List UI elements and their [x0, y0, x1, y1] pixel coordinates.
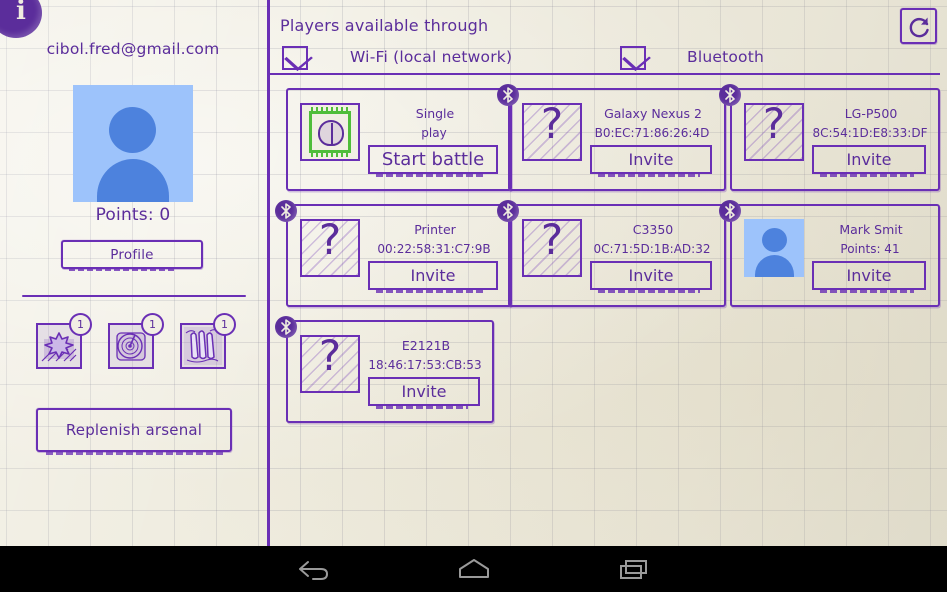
card-title: E2121B: [366, 338, 486, 353]
card-subtitle: B0:EC:71:86:26:4D: [584, 126, 720, 140]
nav-home-button[interactable]: [414, 546, 534, 592]
refresh-button[interactable]: [900, 8, 937, 44]
card-thumbnail: [300, 103, 360, 161]
arsenal-badge-radar: 1: [141, 313, 164, 336]
arsenal-badge-missiles: 1: [213, 313, 236, 336]
page-title: Players available through: [280, 16, 488, 35]
back-icon: [295, 556, 335, 582]
info-icon-glyph: i: [16, 0, 26, 26]
card-subtitle: play: [362, 126, 506, 140]
player-card-e2121b[interactable]: ? E2121B 18:46:17:53:CB:53 Invite: [286, 320, 494, 423]
card-subtitle: 18:46:17:53:CB:53: [362, 358, 488, 372]
invite-button[interactable]: Invite: [590, 261, 712, 290]
question-mark-icon: ?: [522, 219, 582, 277]
invite-button[interactable]: Invite: [368, 377, 480, 406]
bluetooth-label[interactable]: Bluetooth: [687, 48, 764, 66]
start-battle-button[interactable]: Start battle: [368, 145, 498, 174]
card-thumbnail: ?: [522, 103, 582, 161]
invite-button[interactable]: Invite: [368, 261, 498, 290]
card-thumbnail: ?: [300, 335, 360, 393]
player-card-printer[interactable]: ? Printer 00:22:58:31:C7:9B Invite: [286, 204, 512, 307]
bluetooth-badge: [275, 200, 297, 222]
card-subtitle: Points: 41: [806, 242, 934, 256]
avatar-head: [762, 228, 787, 252]
bluetooth-icon: [280, 203, 292, 219]
card-subtitle: 0C:71:5D:1B:AD:32: [584, 242, 720, 256]
nav-recents-button[interactable]: [575, 546, 695, 592]
arsenal-badge-mine: 1: [69, 313, 92, 336]
person-avatar: [744, 219, 804, 277]
bluetooth-badge: [719, 84, 741, 106]
panel-divider-vertical: [267, 0, 270, 546]
player-card-lg-p500[interactable]: ? LG-P500 8C:54:1D:E8:33:DF Invite: [730, 88, 940, 191]
card-subtitle: 00:22:58:31:C7:9B: [362, 242, 506, 256]
card-title: Single: [366, 106, 504, 121]
header-divider: [270, 73, 940, 75]
wifi-checkbox[interactable]: [282, 46, 308, 70]
question-mark-icon: ?: [300, 219, 360, 277]
player-card-c3350[interactable]: ? C3350 0C:71:5D:1B:AD:32 Invite: [508, 204, 726, 307]
card-title: Galaxy Nexus 2: [588, 106, 718, 121]
home-icon: [455, 556, 493, 582]
replenish-arsenal-button[interactable]: Replenish arsenal: [36, 408, 232, 452]
bluetooth-icon: [502, 203, 514, 219]
recents-icon: [616, 556, 654, 582]
question-mark-icon: ?: [744, 103, 804, 161]
android-navigation-bar: [0, 546, 947, 592]
avatar-body: [97, 159, 169, 202]
card-title: C3350: [588, 222, 718, 237]
bluetooth-icon: [280, 319, 292, 335]
account-email: cibol.fred@gmail.com: [0, 40, 266, 58]
question-mark-icon: ?: [522, 103, 582, 161]
nav-back-button[interactable]: [255, 546, 375, 592]
question-mark-icon: ?: [300, 335, 360, 393]
card-thumbnail: ?: [744, 103, 804, 161]
wifi-label[interactable]: Wi-Fi (local network): [350, 48, 512, 66]
player-card-single-play[interactable]: Single play Start battle: [286, 88, 512, 191]
bluetooth-icon: [724, 87, 736, 103]
points-label: Points: 0: [0, 205, 266, 225]
bluetooth-checkbox[interactable]: [620, 46, 646, 70]
avatar: [73, 85, 193, 202]
invite-button[interactable]: Invite: [812, 145, 926, 174]
bluetooth-badge: [497, 200, 519, 222]
card-title: Printer: [366, 222, 504, 237]
player-card-galaxy-nexus-2[interactable]: ? Galaxy Nexus 2 B0:EC:71:86:26:4D Invit…: [508, 88, 726, 191]
bluetooth-icon: [502, 87, 514, 103]
invite-button[interactable]: Invite: [590, 145, 712, 174]
card-subtitle: 8C:54:1D:E8:33:DF: [806, 126, 934, 140]
card-title: LG-P500: [810, 106, 932, 121]
card-thumbnail: ?: [300, 219, 360, 277]
left-panel-divider: [22, 295, 246, 297]
bluetooth-icon: [724, 203, 736, 219]
card-thumbnail: [744, 219, 804, 277]
card-thumbnail: ?: [522, 219, 582, 277]
bluetooth-badge: [275, 316, 297, 338]
avatar-head: [109, 107, 156, 153]
bluetooth-badge: [497, 84, 519, 106]
refresh-icon: [907, 15, 932, 40]
card-title: Mark Smit: [810, 222, 932, 237]
profile-button[interactable]: Profile: [61, 240, 203, 269]
avatar-body: [755, 255, 794, 277]
ai-chip-brain-icon: [300, 103, 360, 161]
player-card-mark-smit[interactable]: Mark Smit Points: 41 Invite: [730, 204, 940, 307]
bluetooth-badge: [719, 200, 741, 222]
invite-button[interactable]: Invite: [812, 261, 926, 290]
